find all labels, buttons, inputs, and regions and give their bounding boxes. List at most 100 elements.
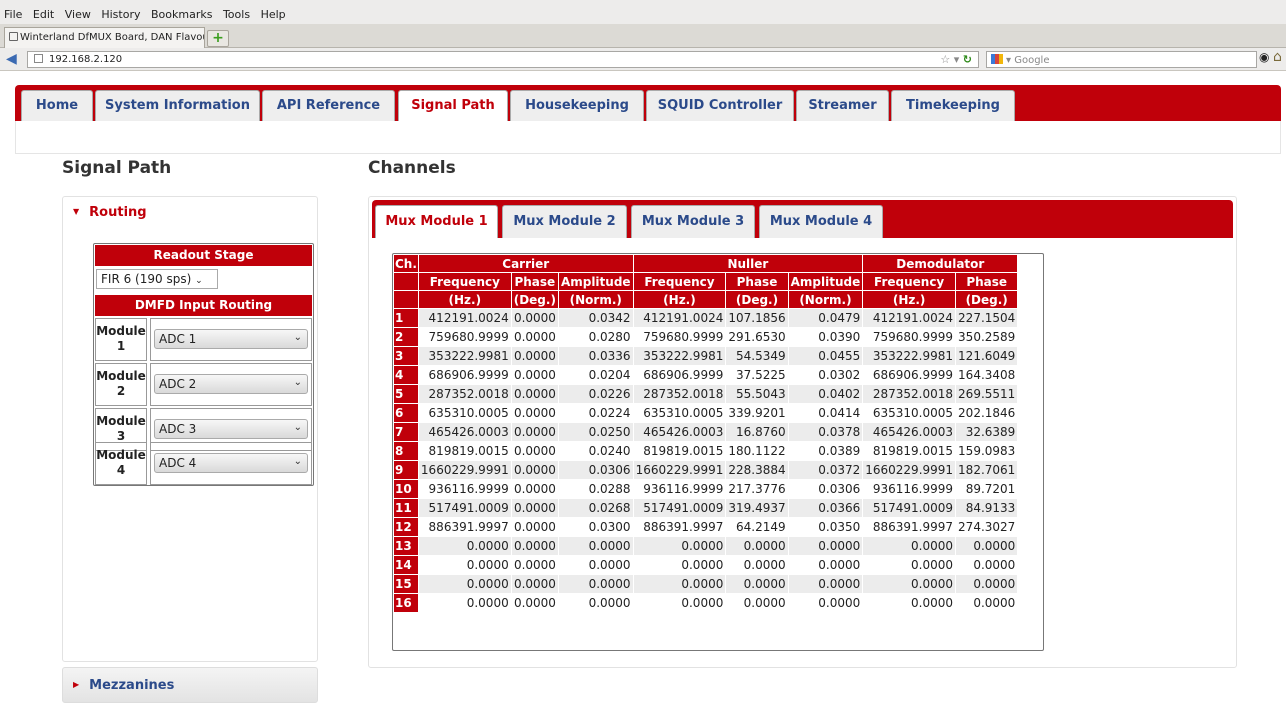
- carrier-phase-cell[interactable]: 0.0000: [511, 366, 558, 384]
- demod-phase-cell[interactable]: 0.0000: [956, 575, 1018, 593]
- url-bar[interactable]: 192.168.2.120 ☆ ▾ ↻: [27, 51, 979, 68]
- module-2-select[interactable]: ADC 2 ⌄: [154, 374, 308, 394]
- carrier-amplitude-cell[interactable]: 0.0000: [558, 594, 633, 612]
- menu-file[interactable]: File: [4, 8, 22, 21]
- carrier-phase-cell[interactable]: 0.0000: [511, 328, 558, 346]
- demod-frequency-cell[interactable]: 0.0000: [863, 556, 956, 574]
- menu-edit[interactable]: Edit: [33, 8, 54, 21]
- nuller-amplitude-cell[interactable]: 0.0479: [788, 309, 863, 327]
- nuller-phase-cell[interactable]: 228.3884: [726, 461, 788, 479]
- carrier-amplitude-cell[interactable]: 0.0000: [558, 575, 633, 593]
- carrier-amplitude-cell[interactable]: 0.0268: [558, 499, 633, 517]
- carrier-phase-cell[interactable]: 0.0000: [511, 518, 558, 536]
- demod-frequency-cell[interactable]: 517491.0009: [863, 499, 956, 517]
- demod-frequency-cell[interactable]: 819819.0015: [863, 442, 956, 460]
- carrier-frequency-cell[interactable]: 412191.0024: [418, 309, 511, 327]
- dropdown-icon[interactable]: ▾: [954, 53, 960, 66]
- demod-phase-cell[interactable]: 227.1504: [956, 309, 1018, 327]
- carrier-phase-cell[interactable]: 0.0000: [511, 442, 558, 460]
- carrier-phase-cell[interactable]: 0.0000: [511, 347, 558, 365]
- nuller-frequency-cell[interactable]: 686906.9999: [633, 366, 726, 384]
- carrier-amplitude-cell[interactable]: 0.0342: [558, 309, 633, 327]
- nuller-phase-cell[interactable]: 291.6530: [726, 328, 788, 346]
- demod-frequency-cell[interactable]: 0.0000: [863, 537, 956, 555]
- nuller-frequency-cell[interactable]: 936116.9999: [633, 480, 726, 498]
- nuller-frequency-cell[interactable]: 759680.9999: [633, 328, 726, 346]
- demod-phase-cell[interactable]: 84.9133: [956, 499, 1018, 517]
- nav-tab-api-reference[interactable]: API Reference: [262, 90, 395, 121]
- carrier-frequency-cell[interactable]: 0.0000: [418, 594, 511, 612]
- nuller-phase-cell[interactable]: 55.5043: [726, 385, 788, 403]
- carrier-amplitude-cell[interactable]: 0.0300: [558, 518, 633, 536]
- demod-frequency-cell[interactable]: 635310.0005: [863, 404, 956, 422]
- nuller-phase-cell[interactable]: 217.3776: [726, 480, 788, 498]
- carrier-frequency-cell[interactable]: 353222.9981: [418, 347, 511, 365]
- carrier-frequency-cell[interactable]: 759680.9999: [418, 328, 511, 346]
- menu-view[interactable]: View: [65, 8, 91, 21]
- nuller-amplitude-cell[interactable]: 0.0366: [788, 499, 863, 517]
- nuller-phase-cell[interactable]: 37.5225: [726, 366, 788, 384]
- nuller-amplitude-cell[interactable]: 0.0306: [788, 480, 863, 498]
- carrier-frequency-cell[interactable]: 936116.9999: [418, 480, 511, 498]
- demod-phase-cell[interactable]: 274.3027: [956, 518, 1018, 536]
- demod-frequency-cell[interactable]: 353222.9981: [863, 347, 956, 365]
- carrier-phase-cell[interactable]: 0.0000: [511, 404, 558, 422]
- reload-icon[interactable]: ↻: [963, 53, 972, 66]
- demod-frequency-cell[interactable]: 1660229.9991: [863, 461, 956, 479]
- nuller-phase-cell[interactable]: 107.1856: [726, 309, 788, 327]
- demod-phase-cell[interactable]: 0.0000: [956, 594, 1018, 612]
- carrier-frequency-cell[interactable]: 686906.9999: [418, 366, 511, 384]
- nuller-frequency-cell[interactable]: 0.0000: [633, 537, 726, 555]
- carrier-phase-cell[interactable]: 0.0000: [511, 537, 558, 555]
- demod-frequency-cell[interactable]: 936116.9999: [863, 480, 956, 498]
- carrier-amplitude-cell[interactable]: 0.0240: [558, 442, 633, 460]
- nuller-phase-cell[interactable]: 64.2149: [726, 518, 788, 536]
- module-3-select[interactable]: ADC 3 ⌄: [154, 419, 308, 439]
- nav-tab-signal-path[interactable]: Signal Path: [398, 90, 508, 121]
- carrier-frequency-cell[interactable]: 635310.0005: [418, 404, 511, 422]
- carrier-phase-cell[interactable]: 0.0000: [511, 499, 558, 517]
- readout-stage-select[interactable]: FIR 6 (190 sps) ⌄: [96, 269, 218, 289]
- new-tab-button[interactable]: +: [207, 30, 229, 47]
- carrier-amplitude-cell[interactable]: 0.0224: [558, 404, 633, 422]
- demod-frequency-cell[interactable]: 0.0000: [863, 594, 956, 612]
- carrier-amplitude-cell[interactable]: 0.0336: [558, 347, 633, 365]
- nuller-frequency-cell[interactable]: 0.0000: [633, 575, 726, 593]
- tab-mux-module-1[interactable]: Mux Module 1: [375, 205, 498, 238]
- carrier-amplitude-cell[interactable]: 0.0000: [558, 537, 633, 555]
- demod-frequency-cell[interactable]: 759680.9999: [863, 328, 956, 346]
- nuller-amplitude-cell[interactable]: 0.0000: [788, 575, 863, 593]
- nuller-frequency-cell[interactable]: 517491.0009: [633, 499, 726, 517]
- carrier-amplitude-cell[interactable]: 0.0280: [558, 328, 633, 346]
- carrier-amplitude-cell[interactable]: 0.0000: [558, 556, 633, 574]
- nuller-phase-cell[interactable]: 339.9201: [726, 404, 788, 422]
- search-dropdown-icon[interactable]: ▾: [1006, 55, 1011, 66]
- nav-tab-home[interactable]: Home: [21, 90, 93, 121]
- browser-tab[interactable]: Winterland DfMUX Board, DAN Flavour: [4, 27, 205, 48]
- search-bar[interactable]: ▾ Google: [986, 51, 1257, 68]
- carrier-frequency-cell[interactable]: 0.0000: [418, 556, 511, 574]
- nuller-amplitude-cell[interactable]: 0.0378: [788, 423, 863, 441]
- carrier-amplitude-cell[interactable]: 0.0250: [558, 423, 633, 441]
- carrier-phase-cell[interactable]: 0.0000: [511, 385, 558, 403]
- nuller-amplitude-cell[interactable]: 0.0372: [788, 461, 863, 479]
- carrier-amplitude-cell[interactable]: 0.0288: [558, 480, 633, 498]
- nuller-frequency-cell[interactable]: 0.0000: [633, 594, 726, 612]
- nuller-frequency-cell[interactable]: 635310.0005: [633, 404, 726, 422]
- carrier-phase-cell[interactable]: 0.0000: [511, 594, 558, 612]
- carrier-frequency-cell[interactable]: 819819.0015: [418, 442, 511, 460]
- carrier-amplitude-cell[interactable]: 0.0204: [558, 366, 633, 384]
- back-arrow-icon[interactable]: ◀: [6, 51, 17, 67]
- demod-phase-cell[interactable]: 0.0000: [956, 537, 1018, 555]
- nuller-phase-cell[interactable]: 16.8760: [726, 423, 788, 441]
- nuller-amplitude-cell[interactable]: 0.0414: [788, 404, 863, 422]
- demod-frequency-cell[interactable]: 686906.9999: [863, 366, 956, 384]
- carrier-frequency-cell[interactable]: 465426.0003: [418, 423, 511, 441]
- nav-tab-housekeeping[interactable]: Housekeeping: [510, 90, 644, 121]
- nav-tab-squid-controller[interactable]: SQUID Controller: [646, 90, 794, 121]
- demod-phase-cell[interactable]: 32.6389: [956, 423, 1018, 441]
- nuller-frequency-cell[interactable]: 819819.0015: [633, 442, 726, 460]
- tab-mux-module-3[interactable]: Mux Module 3: [631, 205, 755, 238]
- nuller-amplitude-cell[interactable]: 0.0350: [788, 518, 863, 536]
- nuller-phase-cell[interactable]: 54.5349: [726, 347, 788, 365]
